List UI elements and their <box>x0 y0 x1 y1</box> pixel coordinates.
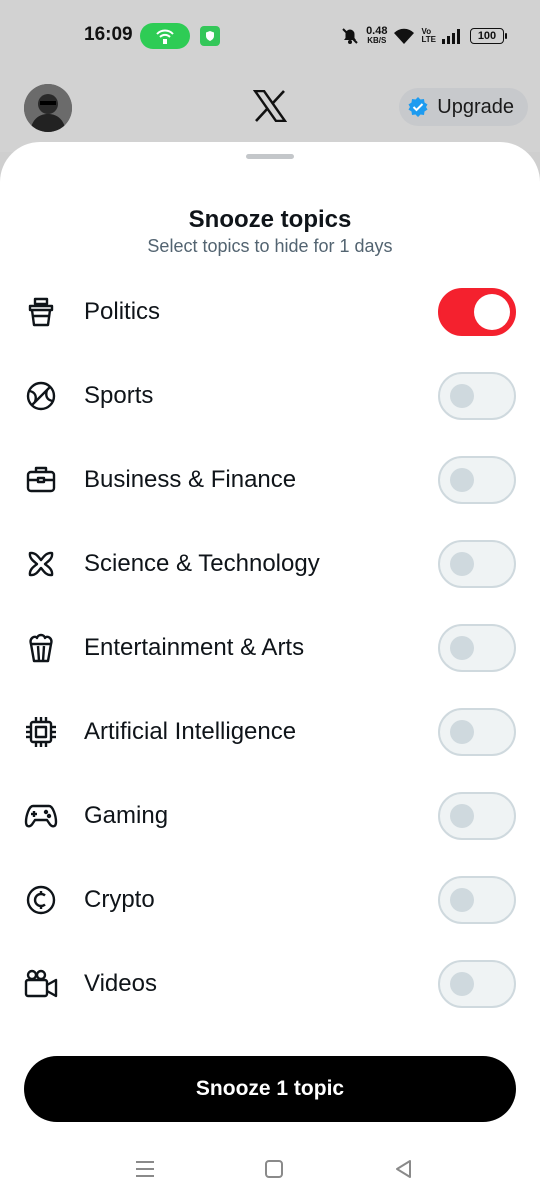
toggle-crypto[interactable] <box>438 876 516 924</box>
topic-label: Entertainment & Arts <box>84 634 305 661</box>
atom-icon <box>24 547 58 581</box>
topic-label: Business & Finance <box>84 466 297 493</box>
topic-row-sports[interactable]: Sports <box>0 354 540 438</box>
sheet-subtitle: Select topics to hide for 1 days <box>147 236 393 256</box>
upgrade-button[interactable]: Upgrade <box>399 88 528 126</box>
hotspot-indicator <box>140 23 190 49</box>
toggle-entertainment-arts[interactable] <box>438 624 516 672</box>
x-logo-icon <box>253 90 287 122</box>
snooze-topics-button[interactable]: Snooze 1 topic <box>24 1056 516 1122</box>
mute-bell-icon <box>342 28 358 44</box>
avatar[interactable] <box>24 84 72 132</box>
toggle-artificial-intelligence[interactable] <box>438 708 516 756</box>
verified-badge-icon <box>408 97 428 117</box>
topic-label: Artificial Intelligence <box>84 718 297 745</box>
video-camera-icon <box>24 967 58 1001</box>
briefcase-icon <box>24 463 58 497</box>
sports-ball-icon <box>24 379 58 413</box>
gamepad-icon <box>24 799 58 833</box>
app-header: Upgrade <box>0 72 540 152</box>
topic-row-politics[interactable]: Politics <box>0 270 540 354</box>
toggle-business-finance[interactable] <box>438 456 516 504</box>
battery-indicator: 100 <box>470 28 507 44</box>
wifi-hotspot-icon <box>156 29 174 44</box>
volte-indicator: Vo LTE <box>421 27 436 44</box>
topic-row-science-technology[interactable]: Science & Technology <box>0 522 540 606</box>
popcorn-icon <box>24 631 58 665</box>
menu-icon[interactable] <box>132 1156 158 1182</box>
topic-row-business-finance[interactable]: Business & Finance <box>0 438 540 522</box>
back-icon[interactable] <box>391 1156 417 1182</box>
status-time: 16:09 <box>84 24 133 45</box>
topic-row-artificial-intelligence[interactable]: Artificial Intelligence <box>0 690 540 774</box>
topic-label: Sports <box>84 382 154 409</box>
sheet-title: Snooze topics <box>188 206 352 233</box>
sheet-grabber[interactable] <box>246 154 294 159</box>
chip-icon <box>24 715 58 749</box>
upgrade-label: Upgrade <box>437 95 514 118</box>
snooze-topics-sheet: Snooze topics Select topics to hide for … <box>0 142 540 1200</box>
toggle-politics[interactable] <box>438 288 516 336</box>
crypto-coin-icon <box>24 883 58 917</box>
shield-icon <box>200 26 220 46</box>
topic-row-crypto[interactable]: Crypto <box>0 858 540 942</box>
topic-row-gaming[interactable]: Gaming <box>0 774 540 858</box>
toggle-science-technology[interactable] <box>438 540 516 588</box>
toggle-gaming[interactable] <box>438 792 516 840</box>
toggle-sports[interactable] <box>438 372 516 420</box>
topic-label: Gaming <box>84 802 169 829</box>
topic-label: Videos <box>84 970 157 997</box>
signal-icon <box>442 29 460 44</box>
topic-label: Science & Technology <box>84 550 320 577</box>
topic-row-entertainment-arts[interactable]: Entertainment & Arts <box>0 606 540 690</box>
network-speed: 0.48 KB/S <box>366 25 388 46</box>
wifi-icon <box>394 28 415 44</box>
home-icon[interactable] <box>261 1156 287 1182</box>
topic-row-videos[interactable]: Videos <box>0 942 540 1026</box>
topic-label: Crypto <box>84 886 155 913</box>
system-nav-bar <box>0 1142 540 1200</box>
topic-list: Politics Sports Business & Finance Scien… <box>0 270 540 1026</box>
status-bar: 16:09 0.48 KB/S Vo LTE 100 <box>0 0 540 72</box>
politics-icon <box>24 295 58 329</box>
toggle-videos[interactable] <box>438 960 516 1008</box>
topic-label: Politics <box>84 298 161 325</box>
